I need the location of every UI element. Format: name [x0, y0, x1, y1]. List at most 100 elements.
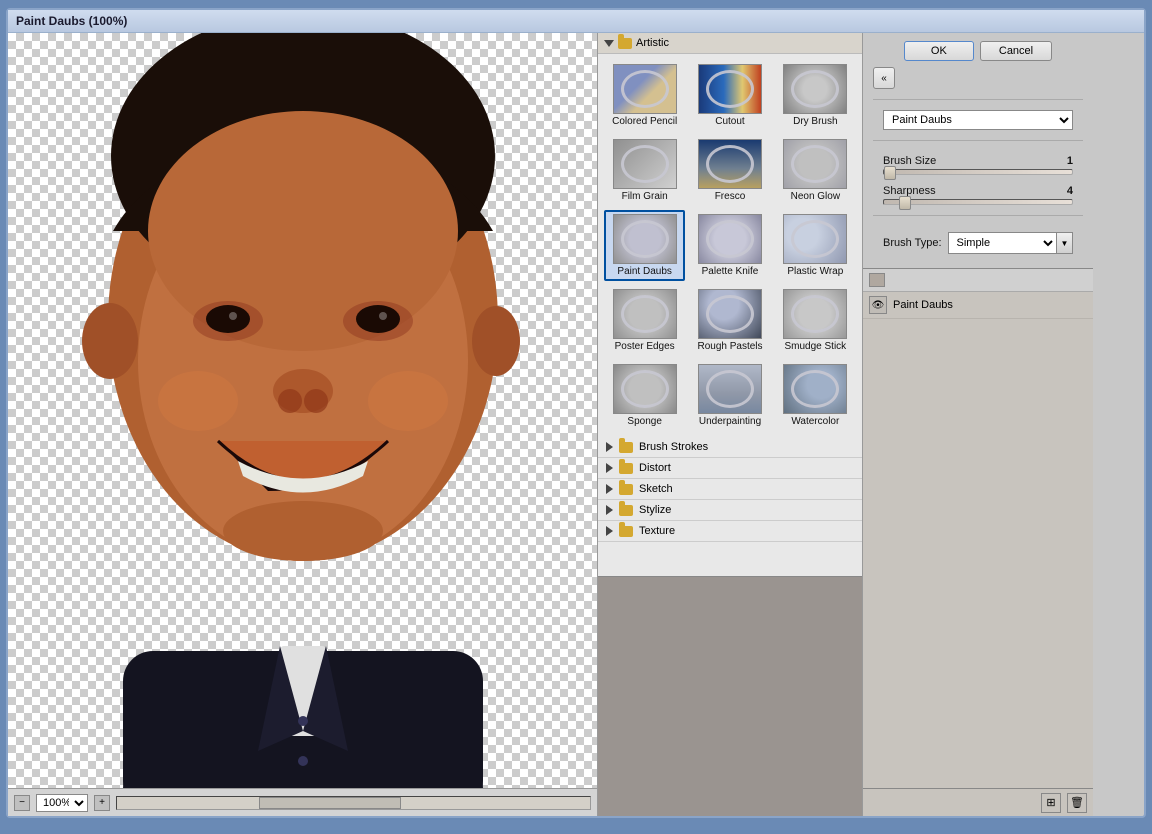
brush-type-select[interactable]: SimpleLight RoughDark RoughWide SharpWid… [949, 234, 1057, 252]
section-row-texture[interactable]: Texture [598, 521, 862, 542]
filter-item-watercolor[interactable]: Watercolor [775, 360, 856, 431]
canvas-container[interactable] [8, 33, 597, 788]
filter-item-neon-glow[interactable]: Neon Glow [775, 135, 856, 206]
cancel-button[interactable]: Cancel [980, 41, 1052, 61]
section-label-brush-strokes: Brush Strokes [639, 441, 708, 453]
folder-icon-sketch [619, 484, 633, 495]
expand-arrow-icon [606, 484, 613, 494]
filter-item-palette-knife[interactable]: Palette Knife [689, 210, 770, 281]
new-effect-button[interactable]: ⊞ [1041, 793, 1061, 813]
sharpness-value: 4 [1067, 185, 1073, 197]
filter-thumb-poster-edges [613, 289, 677, 339]
filter-label-neon-glow: Neon Glow [791, 191, 840, 202]
filter-thumb-cutout [698, 64, 762, 114]
sharpness-thumb[interactable] [899, 196, 911, 210]
brush-type-row: Brush Type: SimpleLight RoughDark RoughW… [873, 226, 1083, 260]
section-label-stylize: Stylize [639, 504, 671, 516]
filter-item-plastic-wrap[interactable]: Plastic Wrap [775, 210, 856, 281]
caricature-svg [58, 33, 548, 788]
filter-item-sponge[interactable]: Sponge [604, 360, 685, 431]
ok-button[interactable]: OK [904, 41, 974, 61]
section-label-distort: Distort [639, 462, 671, 474]
filter-thumb-underpainting [698, 364, 762, 414]
expand-arrow-icon [606, 463, 613, 473]
filter-item-dry-brush[interactable]: Dry Brush [775, 60, 856, 131]
effects-header [863, 269, 1093, 292]
divider-2 [873, 140, 1083, 141]
layer-visibility-icon[interactable]: 👁 [869, 296, 887, 314]
filter-label-sponge: Sponge [627, 416, 661, 427]
canvas-image [8, 33, 597, 788]
section-row-sketch[interactable]: Sketch [598, 479, 862, 500]
filter-panel: Artistic Colored Pencil Cutout Dry Brush Fi… [598, 33, 863, 816]
expand-arrow-icon [606, 505, 613, 515]
filter-thumb-colored-pencil [613, 64, 677, 114]
filter-thumb-film-grain [613, 139, 677, 189]
brush-size-value: 1 [1067, 155, 1073, 167]
brush-type-dropdown-arrow[interactable]: ▼ [1056, 233, 1072, 253]
section-row-stylize[interactable]: Stylize [598, 500, 862, 521]
filter-thumb-smudge-stick [783, 289, 847, 339]
filter-list[interactable]: Artistic Colored Pencil Cutout Dry Brush Fi… [598, 33, 862, 576]
section-label-texture: Texture [639, 525, 675, 537]
filter-item-poster-edges[interactable]: Poster Edges [604, 285, 685, 356]
filter-item-fresco[interactable]: Fresco [689, 135, 770, 206]
filter-label-underpainting: Underpainting [699, 416, 761, 427]
filter-item-colored-pencil[interactable]: Colored Pencil [604, 60, 685, 131]
filter-item-film-grain[interactable]: Film Grain [604, 135, 685, 206]
sharpness-slider[interactable] [883, 199, 1073, 205]
eye-icon-header [869, 273, 885, 287]
zoom-select[interactable]: 100% [36, 794, 88, 812]
folder-icon [618, 38, 632, 49]
filter-thumb-neon-glow [783, 139, 847, 189]
brush-size-slider[interactable] [883, 169, 1073, 175]
filter-item-smudge-stick[interactable]: Smudge Stick [775, 285, 856, 356]
filter-label-poster-edges: Poster Edges [615, 341, 675, 352]
filter-label-rough-pastels: Rough Pastels [697, 341, 762, 352]
filter-label-cutout: Cutout [715, 116, 744, 127]
scrollbar-thumb[interactable] [259, 797, 401, 809]
filter-thumb-rough-pastels [698, 289, 762, 339]
brush-size-thumb[interactable] [884, 166, 896, 180]
filter-thumb-paint-daubs [613, 214, 677, 264]
folder-icon-brush-strokes [619, 442, 633, 453]
section-row-brush-strokes[interactable]: Brush Strokes [598, 437, 862, 458]
filter-item-cutout[interactable]: Cutout [689, 60, 770, 131]
artistic-section-header[interactable]: Artistic [598, 33, 862, 54]
filter-label-palette-knife: Palette Knife [702, 266, 759, 277]
horizontal-scrollbar[interactable] [116, 796, 591, 810]
filter-label-dry-brush: Dry Brush [793, 116, 837, 127]
folder-icon-stylize [619, 505, 633, 516]
filter-thumb-dry-brush [783, 64, 847, 114]
effect-item-paint-daubs[interactable]: 👁 Paint Daubs [863, 292, 1093, 319]
filter-thumb-palette-knife [698, 214, 762, 264]
filter-label-smudge-stick: Smudge Stick [784, 341, 846, 352]
artistic-section-label: Artistic [636, 37, 669, 49]
zoom-in-button[interactable]: + [94, 795, 110, 811]
filter-thumb-plastic-wrap [783, 214, 847, 264]
filter-item-paint-daubs[interactable]: Paint Daubs [604, 210, 685, 281]
filter-thumb-sponge [613, 364, 677, 414]
filter-item-rough-pastels[interactable]: Rough Pastels [689, 285, 770, 356]
effect-item-label: Paint Daubs [893, 299, 953, 311]
filter-thumb-watercolor [783, 364, 847, 414]
section-row-distort[interactable]: Distort [598, 458, 862, 479]
effects-panel: 👁 Paint Daubs ⊞ 🗑 [863, 268, 1093, 816]
filter-type-select[interactable]: Colored PencilCutoutDry BrushFilm GrainF… [883, 110, 1073, 130]
filter-label-paint-daubs: Paint Daubs [617, 266, 671, 277]
effects-list[interactable]: 👁 Paint Daubs [863, 292, 1093, 788]
collapse-button[interactable]: « [873, 67, 895, 89]
filter-label-plastic-wrap: Plastic Wrap [787, 266, 843, 277]
divider-1 [873, 99, 1083, 100]
controls-top: OK Cancel « Colored PencilCutoutDry Brus… [863, 33, 1093, 268]
main-window: Paint Daubs (100%) [6, 8, 1146, 818]
zoom-out-button[interactable]: − [14, 795, 30, 811]
expand-arrow-icon [606, 526, 613, 536]
filter-thumb-fresco [698, 139, 762, 189]
canvas-statusbar: − 100% + [8, 788, 597, 816]
brush-type-label: Brush Type: [883, 237, 942, 249]
collapse-icon: « [881, 73, 887, 84]
delete-effect-button[interactable]: 🗑 [1067, 793, 1087, 813]
filter-item-underpainting[interactable]: Underpainting [689, 360, 770, 431]
action-buttons: OK Cancel [873, 41, 1083, 61]
